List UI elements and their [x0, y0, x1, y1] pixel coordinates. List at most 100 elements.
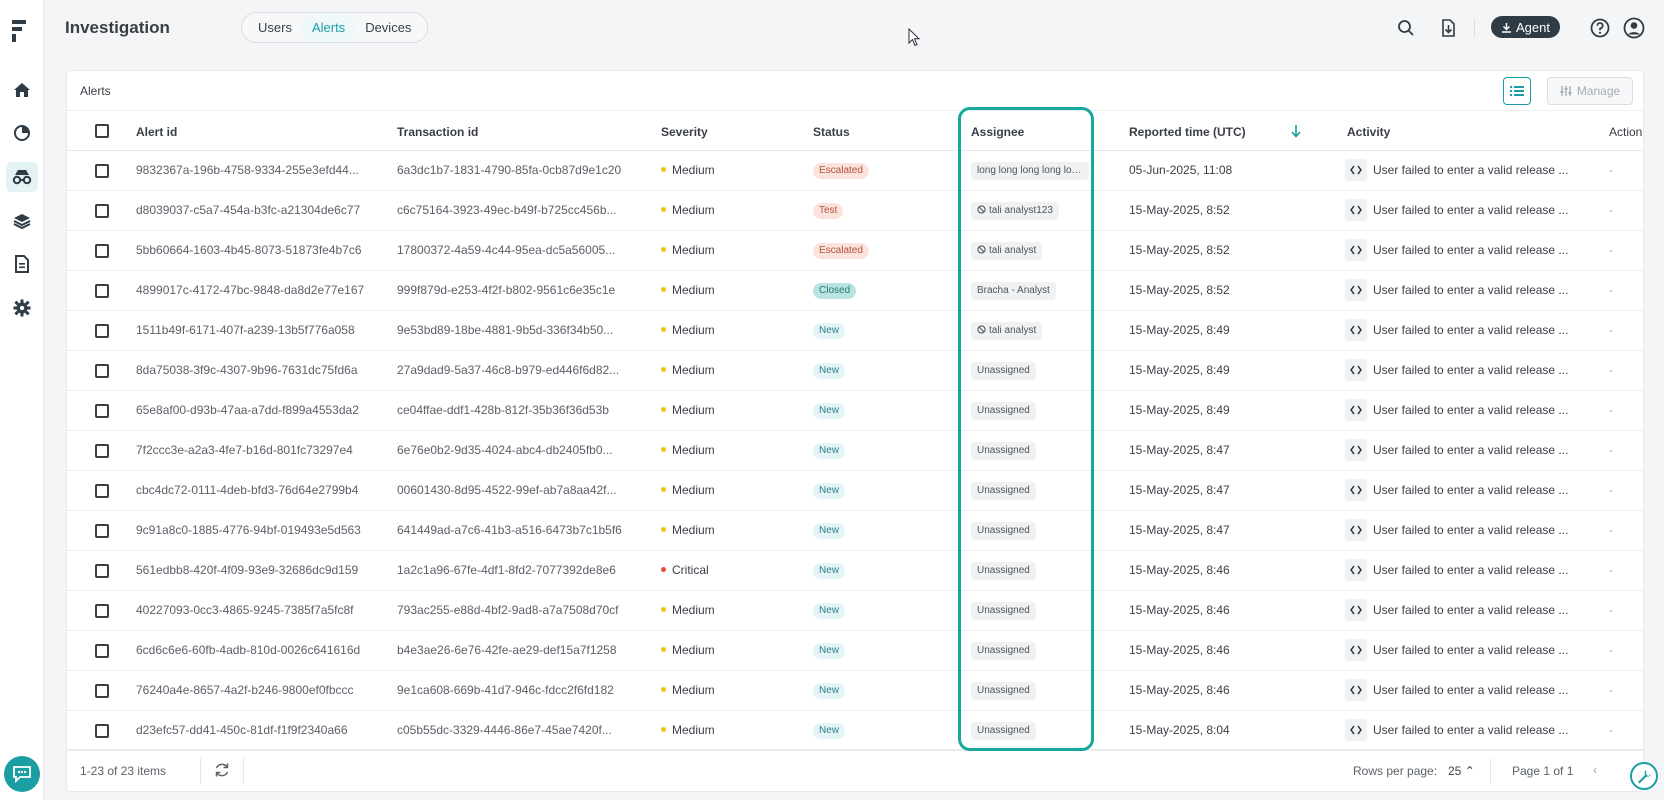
alert-id-cell[interactable]: 5bb60664-1603-4b45-8073-51873fe4b7c6 [136, 231, 368, 271]
assignee-chip[interactable]: Unassigned [971, 361, 1036, 380]
assignee-chip[interactable]: Unassigned [971, 681, 1036, 700]
alert-id-cell[interactable]: 76240a4e-8657-4a2f-b246-9800ef0fbccc [136, 671, 368, 711]
assignee-cell[interactable]: Unassigned [971, 351, 1089, 391]
table-row[interactable]: 9c91a8c0-1885-4776-94bf-019493e5d563 6414… [67, 511, 1643, 551]
code-icon[interactable] [1345, 158, 1367, 181]
assignee-cell[interactable]: tali analyst [971, 231, 1089, 271]
table-row[interactable]: 65e8af00-d93b-47aa-a7dd-f899a4553da2 ce04… [67, 391, 1643, 431]
code-icon[interactable] [1345, 278, 1367, 301]
assignee-chip[interactable]: Unassigned [971, 401, 1036, 420]
user-profile-icon[interactable] [1622, 16, 1646, 40]
column-reported-time[interactable]: Reported time (UTC) [1129, 125, 1246, 139]
action-cell[interactable]: - [1609, 151, 1629, 191]
assignee-chip[interactable]: tali analyst [971, 241, 1043, 260]
action-cell[interactable]: - [1609, 231, 1629, 271]
code-icon[interactable] [1345, 358, 1367, 381]
table-row[interactable]: d23efc57-dd41-450c-81df-f1f9f2340a66 c05b… [67, 711, 1643, 751]
assignee-chip[interactable]: Unassigned [971, 521, 1036, 540]
list-view-button[interactable] [1503, 77, 1531, 105]
previous-page-icon[interactable]: ‹ [1593, 763, 1597, 777]
alert-id-cell[interactable]: 6cd6c6e6-60fb-4adb-810d-0026c641616d [136, 631, 368, 671]
agent-download-button[interactable]: Agent [1491, 16, 1560, 38]
alert-id-cell[interactable]: d8039037-c5a7-454a-b3fc-a21304de6c77 [136, 191, 368, 231]
assignee-chip[interactable]: tali analyst123 [971, 201, 1059, 220]
assignee-chip[interactable]: Unassigned [971, 481, 1036, 500]
investigation-icon[interactable] [6, 162, 38, 192]
tab-users[interactable]: Users [248, 13, 302, 42]
assignee-cell[interactable]: Unassigned [971, 591, 1089, 631]
code-icon[interactable] [1345, 598, 1367, 621]
row-checkbox[interactable] [95, 564, 109, 578]
alert-id-cell[interactable]: 4899017c-4172-47bc-9848-da8d2e77e167 [136, 271, 368, 311]
alert-id-cell[interactable]: 65e8af00-d93b-47aa-a7dd-f899a4553da2 [136, 391, 368, 431]
column-assignee[interactable]: Assignee [971, 125, 1024, 139]
table-row[interactable]: 1511b49f-6171-407f-a239-13b5f776a058 9e53… [67, 311, 1643, 351]
table-row[interactable]: 9832367a-196b-4758-9334-255e3efd44... 6a3… [67, 151, 1643, 191]
code-icon[interactable] [1345, 198, 1367, 221]
action-cell[interactable]: - [1609, 351, 1629, 391]
column-status[interactable]: Status [813, 125, 850, 139]
code-icon[interactable] [1345, 318, 1367, 341]
row-checkbox[interactable] [95, 644, 109, 658]
manage-button[interactable]: Manage [1547, 77, 1633, 105]
row-checkbox[interactable] [95, 284, 109, 298]
layers-icon[interactable] [6, 206, 38, 236]
assignee-chip[interactable]: long long long long lon... [971, 161, 1089, 180]
action-cell[interactable]: - [1609, 311, 1629, 351]
action-cell[interactable]: - [1609, 631, 1629, 671]
assignee-chip[interactable]: Unassigned [971, 441, 1036, 460]
column-transaction-id[interactable]: Transaction id [397, 125, 478, 139]
home-icon[interactable] [6, 75, 38, 105]
table-row[interactable]: 5bb60664-1603-4b45-8073-51873fe4b7c6 1780… [67, 231, 1643, 271]
action-cell[interactable]: - [1609, 191, 1629, 231]
tab-devices[interactable]: Devices [355, 13, 421, 42]
assignee-cell[interactable]: Unassigned [971, 631, 1089, 671]
wrench-tool-icon[interactable] [1630, 762, 1658, 790]
assignee-cell[interactable]: tali analyst [971, 311, 1089, 351]
assignee-cell[interactable]: Unassigned [971, 431, 1089, 471]
rows-per-page-select[interactable]: 25 ⌃ [1448, 764, 1475, 778]
settings-gear-icon[interactable] [6, 293, 38, 323]
action-cell[interactable]: - [1609, 711, 1629, 751]
action-cell[interactable]: - [1609, 511, 1629, 551]
action-cell[interactable]: - [1609, 271, 1629, 311]
row-checkbox[interactable] [95, 364, 109, 378]
action-cell[interactable]: - [1609, 551, 1629, 591]
table-row[interactable]: d8039037-c5a7-454a-b3fc-a21304de6c77 c6c7… [67, 191, 1643, 231]
row-checkbox[interactable] [95, 484, 109, 498]
code-icon[interactable] [1345, 238, 1367, 261]
row-checkbox[interactable] [95, 404, 109, 418]
assignee-chip[interactable]: Unassigned [971, 561, 1036, 580]
row-checkbox[interactable] [95, 724, 109, 738]
alert-id-cell[interactable]: 561edbb8-420f-4f09-93e9-32686dc9d159 [136, 551, 368, 591]
refresh-icon[interactable] [213, 761, 231, 779]
code-icon[interactable] [1345, 438, 1367, 461]
assignee-cell[interactable]: tali analyst123 [971, 191, 1089, 231]
tab-alerts[interactable]: Alerts [301, 13, 356, 42]
column-activity[interactable]: Activity [1347, 125, 1390, 139]
assignee-chip[interactable]: Unassigned [971, 721, 1036, 740]
table-row[interactable]: 8da75038-3f9c-4307-9b96-7631dc75fd6a 27a9… [67, 351, 1643, 391]
code-icon[interactable] [1345, 398, 1367, 421]
assignee-cell[interactable]: Unassigned [971, 471, 1089, 511]
table-row[interactable]: 76240a4e-8657-4a2f-b246-9800ef0fbccc 9e1c… [67, 671, 1643, 711]
assignee-chip[interactable]: tali analyst [971, 321, 1043, 340]
download-file-icon[interactable] [1436, 16, 1460, 40]
help-icon[interactable] [1588, 16, 1612, 40]
table-row[interactable]: 561edbb8-420f-4f09-93e9-32686dc9d159 1a2c… [67, 551, 1643, 591]
code-icon[interactable] [1345, 558, 1367, 581]
assignee-chip[interactable]: Unassigned [971, 641, 1036, 660]
row-checkbox[interactable] [95, 444, 109, 458]
assignee-cell[interactable]: Bracha - Analyst [971, 271, 1089, 311]
alert-id-cell[interactable]: 40227093-0cc3-4865-9245-7385f7a5fc8f [136, 591, 368, 631]
dashboard-pie-icon[interactable] [6, 118, 38, 148]
table-row[interactable]: 40227093-0cc3-4865-9245-7385f7a5fc8f 793a… [67, 591, 1643, 631]
table-row[interactable]: 6cd6c6e6-60fb-4adb-810d-0026c641616d b4e3… [67, 631, 1643, 671]
assignee-cell[interactable]: long long long long lon... [971, 151, 1089, 191]
alert-id-cell[interactable]: 7f2ccc3e-a2a3-4fe7-b16d-801fc73297e4 [136, 431, 368, 471]
assignee-cell[interactable]: Unassigned [971, 671, 1089, 711]
action-cell[interactable]: - [1609, 391, 1629, 431]
code-icon[interactable] [1345, 718, 1367, 741]
sort-descending-icon[interactable] [1290, 124, 1302, 138]
code-icon[interactable] [1345, 518, 1367, 541]
